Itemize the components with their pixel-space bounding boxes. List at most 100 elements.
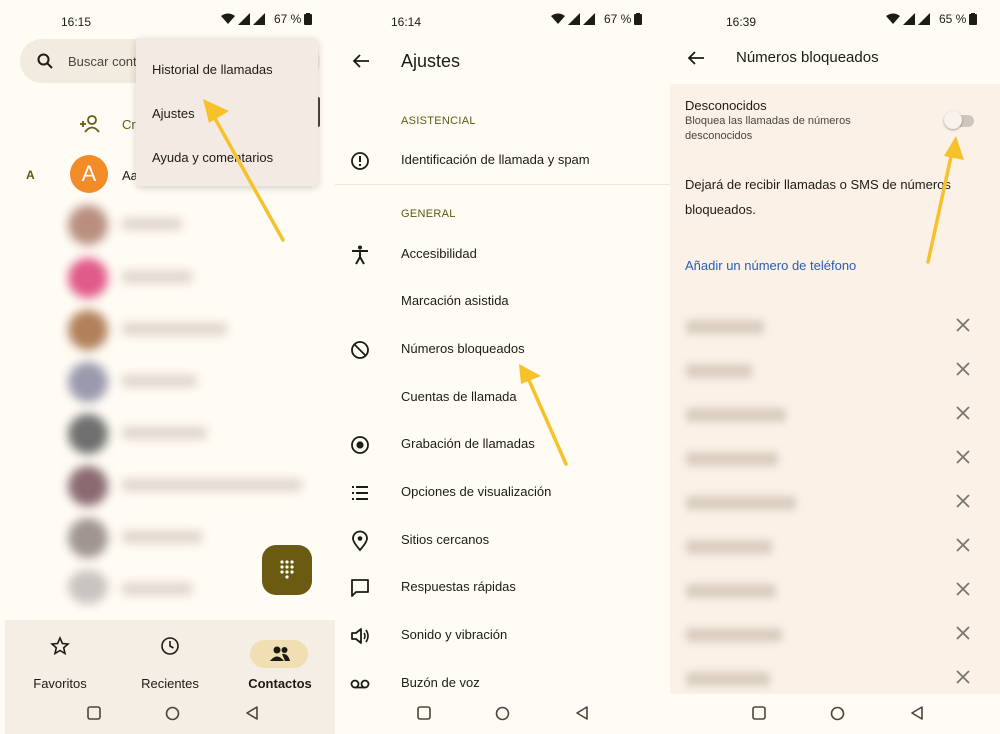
page-title: Números bloqueados (736, 49, 879, 66)
close-icon[interactable] (955, 361, 971, 377)
settings-item-bloqueados[interactable]: Números bloqueados (335, 329, 670, 369)
add-number-link[interactable]: Añadir un número de teléfono (685, 258, 856, 273)
system-nav-bar (335, 694, 670, 734)
search-input[interactable]: Buscar cont (68, 54, 137, 69)
close-icon[interactable] (955, 493, 971, 509)
settings-item-grabacion[interactable]: Grabación de llamadas (335, 424, 670, 464)
people-icon (270, 646, 290, 661)
blocked-number (686, 672, 770, 686)
contact-name-blurred[interactable] (122, 427, 207, 439)
contact-name-blurred[interactable] (122, 531, 202, 543)
system-nav-bar (670, 694, 1000, 734)
settings-item-label: Opciones de visualización (401, 484, 552, 499)
avatar[interactable]: A (70, 155, 108, 193)
blocked-number-row (670, 438, 1000, 482)
nav-label: Favoritos (33, 676, 87, 691)
section-letter: A (26, 168, 35, 182)
close-icon[interactable] (955, 669, 971, 685)
contact-name-blurred[interactable] (122, 271, 192, 283)
overflow-menu: Historial de llamadas Ajustes Ayuda y co… (136, 38, 318, 186)
settings-item-sonido[interactable]: Sonido y vibración (335, 615, 670, 655)
blocked-number (686, 540, 772, 554)
settings-item-label: Identificación de llamada y spam (401, 152, 590, 167)
settings-item-label: Accesibilidad (401, 246, 477, 261)
close-icon[interactable] (955, 625, 971, 641)
add-contact-icon[interactable] (80, 115, 100, 133)
blocked-number-row (670, 350, 1000, 394)
recents-icon[interactable] (87, 706, 101, 720)
battery-icon (969, 13, 978, 25)
location-pin-icon (352, 530, 368, 552)
speaker-icon (351, 628, 369, 644)
contact-avatar-blurred[interactable] (68, 310, 108, 350)
close-icon[interactable] (955, 405, 971, 421)
settings-item-label: Marcación asistida (401, 293, 509, 308)
message-icon (351, 579, 369, 597)
signal-icon-2 (253, 13, 265, 25)
blocked-number (686, 364, 752, 378)
nav-label: Contactos (248, 676, 312, 691)
voicemail-icon (350, 679, 370, 689)
settings-item-sitios[interactable]: Sitios cercanos (335, 520, 670, 560)
status-time: 16:39 (726, 15, 757, 29)
status-icons: 65 % (886, 12, 978, 26)
home-icon[interactable] (830, 706, 845, 721)
settings-item-visualizacion[interactable]: Opciones de visualización (335, 472, 670, 512)
contact-avatar-blurred[interactable] (68, 518, 108, 558)
contact-avatar-blurred[interactable] (68, 570, 108, 604)
menu-item-ajustes[interactable]: Ajustes (152, 106, 195, 121)
back-arrow-icon[interactable] (352, 53, 370, 69)
recents-icon[interactable] (752, 706, 766, 720)
blocked-number (686, 320, 764, 334)
battery-icon (634, 13, 643, 25)
blocked-number (686, 584, 776, 598)
menu-item-historial[interactable]: Historial de llamadas (152, 62, 273, 77)
contact-avatar-blurred[interactable] (68, 414, 108, 454)
settings-item-identificacion[interactable]: Identificación de llamada y spam (335, 140, 670, 180)
accessibility-icon (352, 245, 368, 265)
blocked-number-row (670, 482, 1000, 526)
toggle-knob[interactable] (944, 111, 962, 129)
contact-avatar-blurred[interactable] (68, 466, 108, 506)
contact-name-blurred[interactable] (122, 323, 227, 335)
blocked-number-row (670, 570, 1000, 614)
section-header: ASISTENCIAL (401, 115, 476, 127)
wifi-icon (221, 13, 235, 24)
clock-icon (161, 637, 179, 655)
contact-name-blurred[interactable] (122, 583, 192, 595)
contact-name-blurred[interactable] (122, 375, 197, 387)
page-title: Ajustes (401, 51, 461, 71)
close-icon[interactable] (955, 537, 971, 553)
settings-item-cuentas[interactable]: Cuentas de llamada (335, 377, 670, 417)
contact-name-blurred[interactable] (122, 479, 302, 491)
menu-item-ayuda[interactable]: Ayuda y comentarios (152, 150, 273, 165)
dialpad-button[interactable] (262, 545, 312, 595)
system-nav-bar (0, 694, 335, 734)
settings-item-accesibilidad[interactable]: Accesibilidad (335, 234, 670, 274)
home-icon[interactable] (165, 706, 180, 721)
settings-item-respuestas[interactable]: Respuestas rápidas (335, 567, 670, 607)
battery-icon (304, 13, 313, 25)
status-bar: 16:14 67 % (335, 0, 670, 40)
divider (335, 184, 670, 185)
back-icon[interactable] (245, 706, 259, 720)
settings-item-label: Respuestas rápidas (401, 579, 516, 594)
back-arrow-icon[interactable] (687, 50, 705, 66)
contact-avatar-blurred[interactable] (68, 258, 108, 298)
close-icon[interactable] (955, 581, 971, 597)
settings-item-label: Grabación de llamadas (401, 436, 535, 451)
unknown-subtitle: Bloquea las llamadas de números desconoc… (685, 115, 851, 142)
home-icon[interactable] (495, 706, 510, 721)
contact-name-blurred[interactable] (122, 218, 182, 230)
contact-avatar-blurred[interactable] (68, 205, 108, 245)
close-icon[interactable] (955, 449, 971, 465)
signal-icon-2 (918, 13, 930, 25)
back-icon[interactable] (910, 706, 924, 720)
blocked-number-row (670, 394, 1000, 438)
recents-icon[interactable] (417, 706, 431, 720)
contact-avatar-blurred[interactable] (68, 362, 108, 402)
settings-item-marcacion[interactable]: Marcación asistida (335, 281, 670, 321)
close-icon[interactable] (955, 317, 971, 333)
wifi-icon (886, 13, 900, 24)
back-icon[interactable] (575, 706, 589, 720)
